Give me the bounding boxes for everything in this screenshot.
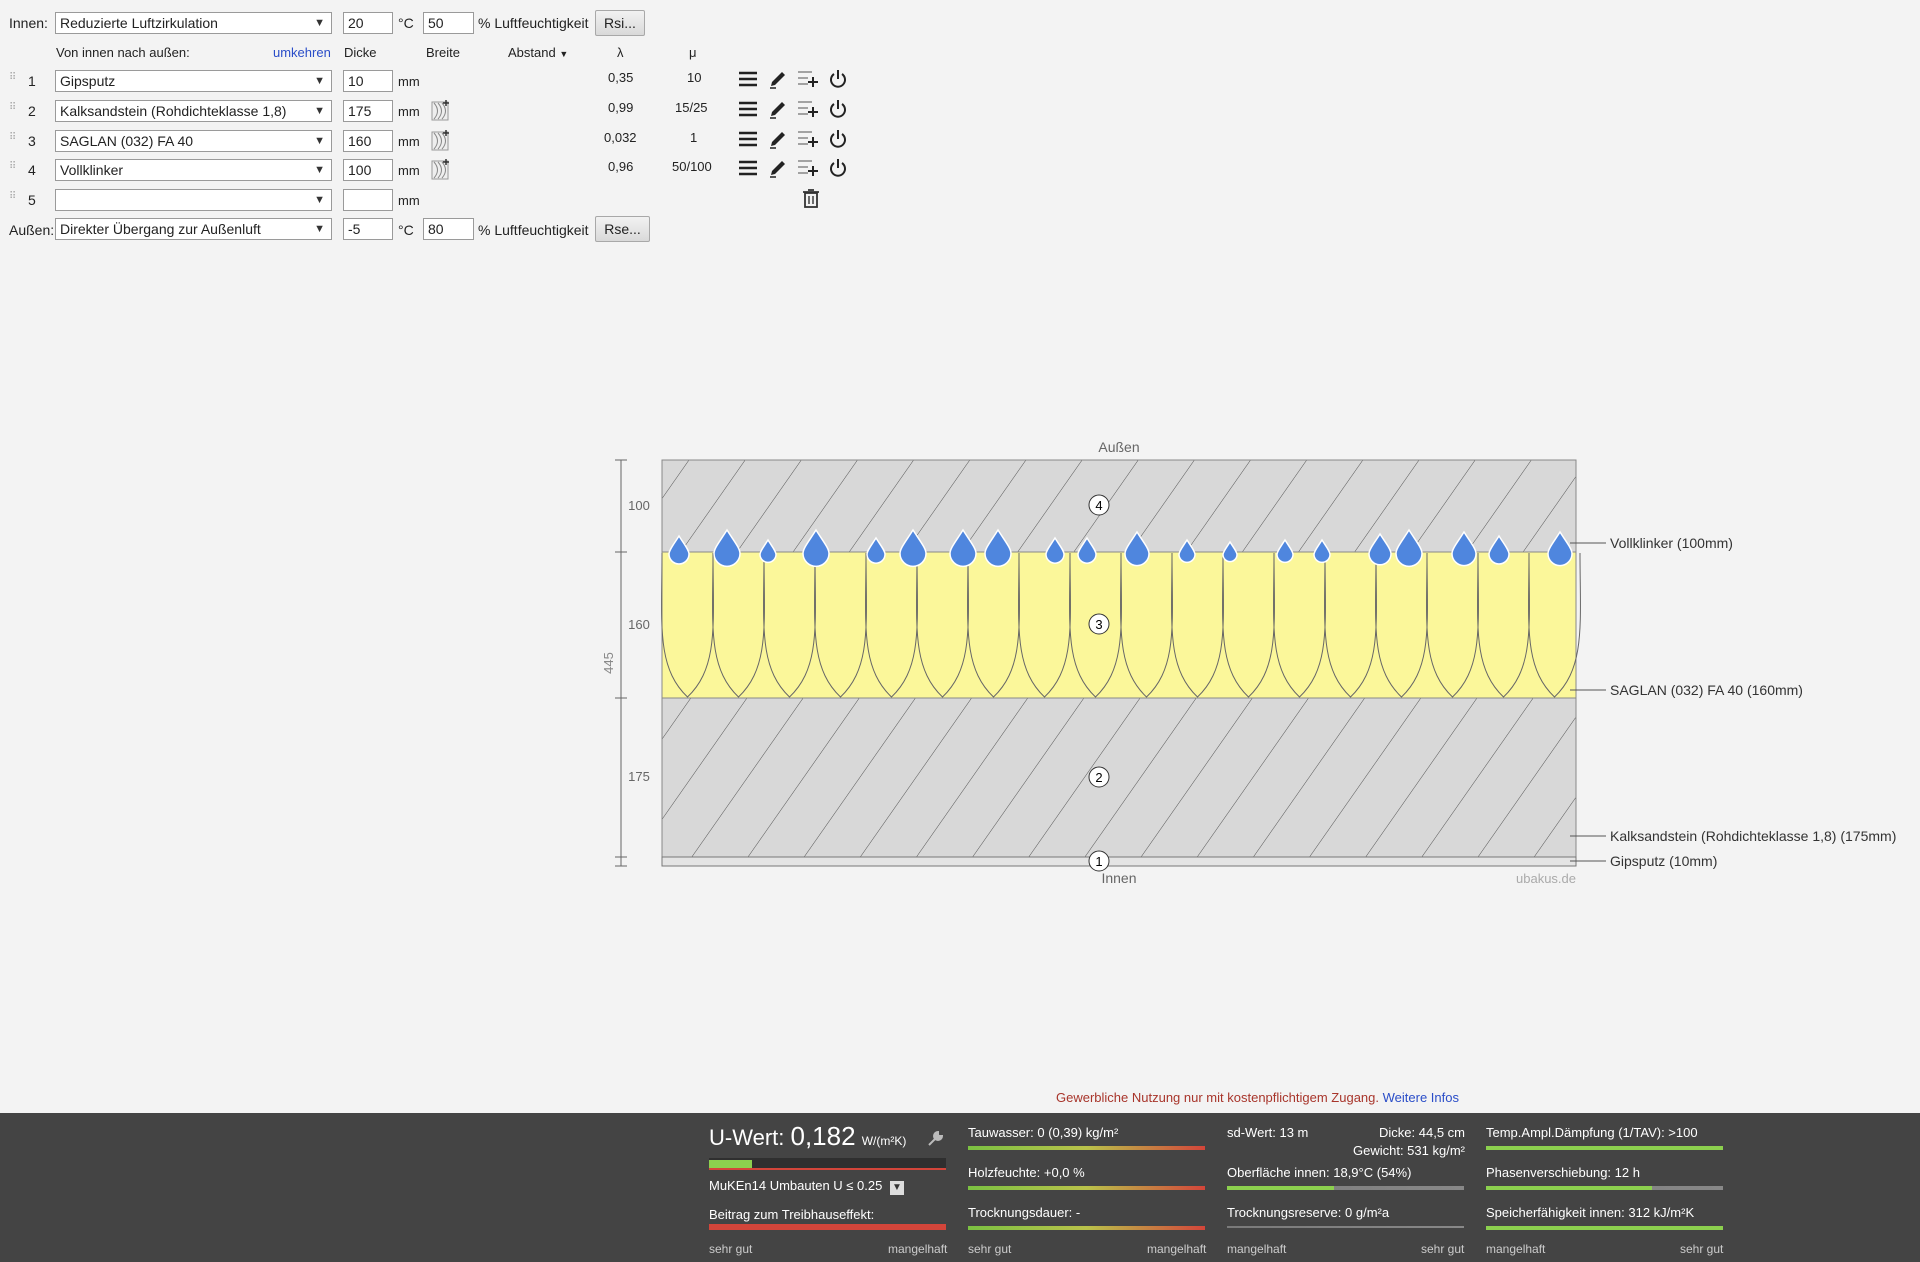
scale-good: sehr gut xyxy=(709,1242,753,1256)
surface-temp-bar xyxy=(1227,1186,1464,1190)
watermark: ubakus.de xyxy=(1516,871,1576,886)
temp-amplitude-label: Temp.Ampl.Dämpfung (1/TAV): >100 xyxy=(1486,1125,1698,1140)
drying-time-bar xyxy=(968,1226,1205,1230)
wall-cross-section-diagram: 100 160 175 445 Außen Innen ubakus.de 4 … xyxy=(601,439,1896,886)
notice-text: Gewerbliche Nutzung nur mit kostenpflich… xyxy=(1056,1090,1379,1105)
greenhouse-bar xyxy=(709,1224,946,1230)
temp-amplitude-bar-fill xyxy=(1486,1146,1723,1150)
u-value-label: U-Wert: xyxy=(709,1125,785,1150)
weight-summary: Gewicht: 531 kg/m² xyxy=(1353,1143,1465,1158)
phase-shift-label: Phasenverschiebung: 12 h xyxy=(1486,1165,1640,1180)
wood-moisture-label: Holzfeuchte: +0,0 % xyxy=(968,1165,1085,1180)
callout-vollklinker: Vollklinker (100mm) xyxy=(1610,535,1733,551)
drying-reserve-label: Trocknungsreserve: 0 g/m²a xyxy=(1227,1205,1390,1220)
drying-reserve-bar xyxy=(1227,1226,1464,1228)
svg-text:4: 4 xyxy=(1095,498,1102,513)
heat-storage-label: Speicherfähigkeit innen: 312 kJ/m²K xyxy=(1486,1205,1695,1220)
heat-storage-bar xyxy=(1486,1226,1723,1230)
surface-temp-label: Oberfläche innen: 18,9°C (54%) xyxy=(1227,1165,1412,1180)
dim-label-layer-4: 100 xyxy=(628,498,650,513)
layer-marker-4: 4 xyxy=(1088,494,1110,516)
commercial-notice: Gewerbliche Nutzung nur mit kostenpflich… xyxy=(1056,1090,1459,1105)
scale-poor: mangelhaft xyxy=(888,1242,948,1256)
dim-total-label: 445 xyxy=(601,652,616,674)
scale-poor: mangelhaft xyxy=(1227,1242,1287,1256)
callout-gipsputz: Gipsputz (10mm) xyxy=(1610,853,1717,869)
inside-side-label: Innen xyxy=(1101,870,1136,886)
layer-3-insulation xyxy=(661,551,1577,699)
temp-amplitude-bar xyxy=(1486,1146,1723,1150)
callout-kalksandstein: Kalksandstein (Rohdichteklasse 1,8) (175… xyxy=(1610,828,1896,844)
layer-marker-1: 1 xyxy=(1088,850,1110,872)
u-value-bar-fill xyxy=(709,1160,752,1168)
layer-4-vollklinker xyxy=(661,459,1577,553)
drying-time-label: Trocknungsdauer: - xyxy=(968,1205,1081,1220)
scale-good: sehr gut xyxy=(1680,1242,1724,1256)
greenhouse-label: Beitrag zum Treibhauseffekt: xyxy=(709,1207,875,1222)
wrench-icon[interactable] xyxy=(926,1130,944,1148)
muken-label: MuKEn14 Umbauten U ≤ 0.25 xyxy=(709,1178,883,1193)
results-footer: U-Wert: 0,182 W/(m²K) MuKEn14 Umbauten U… xyxy=(0,1113,1920,1262)
svg-text:2: 2 xyxy=(1095,770,1102,785)
u-value-bar xyxy=(709,1158,946,1170)
phase-shift-bar-fill xyxy=(1486,1186,1652,1190)
scale-good: sehr gut xyxy=(1421,1242,1465,1256)
svg-text:3: 3 xyxy=(1095,617,1102,632)
layer-marker-2: 2 xyxy=(1088,766,1110,788)
more-info-link[interactable]: Weitere Infos xyxy=(1383,1090,1459,1105)
u-value-number: 0,182 xyxy=(790,1121,856,1151)
heat-storage-bar-fill xyxy=(1486,1226,1723,1230)
condensate-bar xyxy=(968,1146,1205,1150)
svg-text:1: 1 xyxy=(1095,854,1102,869)
wood-moisture-bar xyxy=(968,1186,1205,1190)
dim-label-layer-3: 160 xyxy=(628,617,650,632)
scale-poor: mangelhaft xyxy=(1147,1242,1207,1256)
dim-label-layer-2: 175 xyxy=(628,769,650,784)
thickness-summary: Dicke: 44,5 cm xyxy=(1379,1125,1465,1140)
sd-value-label: sd-Wert: 13 m xyxy=(1227,1125,1309,1140)
layer-2-kalksandstein xyxy=(661,697,1577,858)
phase-shift-bar xyxy=(1486,1186,1723,1190)
chevron-down-icon: ▼ xyxy=(889,1181,904,1195)
u-value-display: U-Wert: 0,182 W/(m²K) xyxy=(709,1121,906,1152)
condensate-label: Tauwasser: 0 (0,39) kg/m² xyxy=(968,1125,1119,1140)
outside-side-label: Außen xyxy=(1098,439,1139,455)
layer-1-gipsputz xyxy=(661,856,1577,867)
scale-good: sehr gut xyxy=(968,1242,1012,1256)
callout-saglan: SAGLAN (032) FA 40 (160mm) xyxy=(1610,682,1803,698)
surface-temp-bar-fill xyxy=(1227,1186,1334,1190)
layer-marker-3: 3 xyxy=(1088,613,1110,635)
muken-select[interactable]: MuKEn14 Umbauten U ≤ 0.25 ▼ xyxy=(709,1178,904,1195)
scale-poor: mangelhaft xyxy=(1486,1242,1546,1256)
u-value-unit: W/(m²K) xyxy=(861,1134,907,1148)
